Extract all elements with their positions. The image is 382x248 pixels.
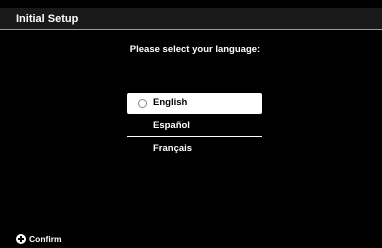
radio-icon [138, 99, 147, 108]
page-title: Initial Setup [16, 13, 79, 25]
language-list: English Español Français [127, 93, 262, 162]
plus-circle-icon [16, 234, 26, 244]
language-label: English [153, 97, 188, 108]
language-label: Español [153, 120, 190, 131]
language-option-francais[interactable]: Français [127, 139, 262, 160]
language-label: Français [153, 143, 193, 154]
title-bar: Initial Setup [0, 8, 382, 30]
language-option-english[interactable]: English [127, 93, 262, 114]
language-prompt: Please select your language: [129, 44, 261, 55]
confirm-label: Confirm [29, 234, 62, 244]
setup-screen: Initial Setup Please select your languag… [0, 0, 382, 248]
language-option-espanol[interactable]: Español [127, 116, 262, 137]
